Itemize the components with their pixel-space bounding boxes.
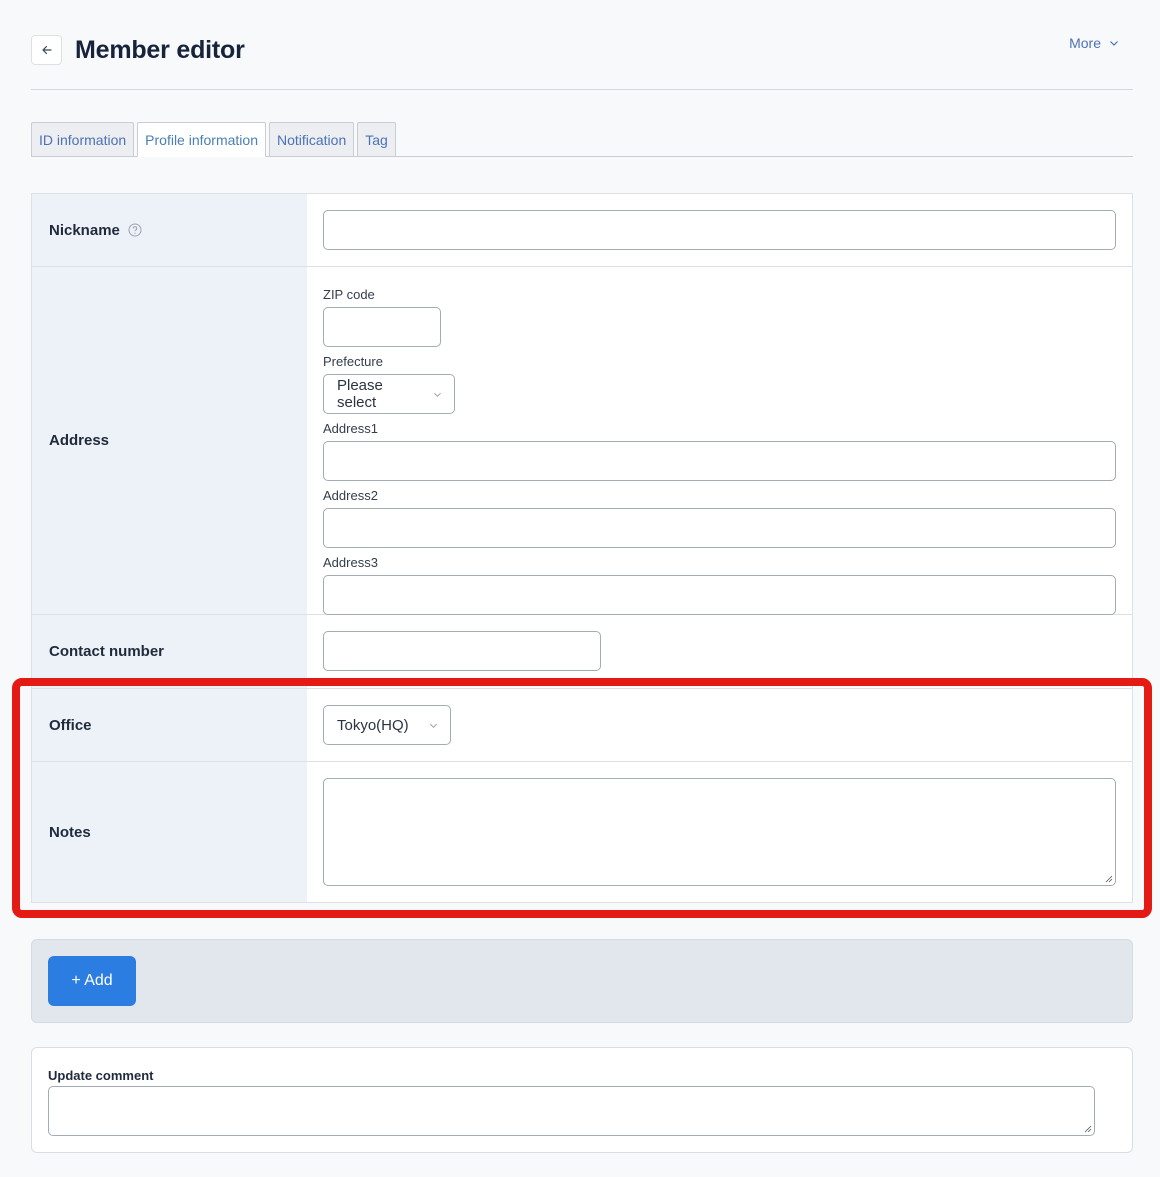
contact-content [307, 615, 1132, 688]
contact-row: Contact number [32, 615, 1132, 689]
address1-label: Address1 [323, 421, 378, 436]
address-content: ZIP code Prefecture Please select Addres… [307, 267, 1132, 615]
contact-label: Contact number [49, 643, 165, 660]
question-circle-icon[interactable] [128, 223, 142, 237]
office-label: Office [49, 716, 92, 734]
back-button[interactable] [31, 35, 62, 65]
contact-label-cell: Contact number [32, 615, 307, 688]
resize-handle-icon[interactable] [1104, 874, 1113, 883]
notes-textarea[interactable] [323, 778, 1116, 886]
more-label: More [1069, 35, 1101, 51]
tab-id-information[interactable]: ID information [31, 122, 135, 156]
address2-label: Address2 [323, 488, 378, 503]
tab-bar: ID information Profile information Notif… [31, 122, 1133, 157]
notes-row: Notes [32, 762, 1132, 902]
contact-number-input[interactable] [323, 631, 601, 671]
nickname-row: Nickname [32, 194, 1132, 267]
nickname-label: Nickname [49, 221, 120, 239]
office-label-cell: Office [32, 689, 307, 761]
address2-input[interactable] [323, 508, 1116, 548]
notes-label-cell: Notes [32, 762, 307, 902]
tab-tag[interactable]: Tag [357, 122, 396, 156]
page-header: Member editor More [31, 34, 1133, 90]
add-button[interactable]: + Add [48, 956, 136, 1006]
nickname-content [307, 194, 1132, 266]
update-comment-label: Update comment [48, 1068, 154, 1083]
prefecture-select[interactable]: Please select [323, 374, 455, 414]
address-label-cell: Address [32, 267, 307, 614]
tab-notification[interactable]: Notification [268, 122, 355, 156]
office-content: Tokyo(HQ) [307, 689, 1132, 761]
more-menu-button[interactable]: More [1069, 35, 1119, 51]
tab-profile-information[interactable]: Profile information [137, 122, 266, 157]
chevron-down-icon [434, 392, 442, 397]
address1-input[interactable] [323, 441, 1116, 481]
profile-form: Nickname Address ZIP code Prefecture Ple… [31, 193, 1133, 903]
arrow-left-icon [41, 45, 52, 55]
action-bar: + Add [31, 939, 1133, 1023]
nickname-label-cell: Nickname [32, 194, 307, 266]
zip-input[interactable] [323, 307, 441, 347]
prefecture-selected: Please select [337, 377, 383, 411]
notes-content [307, 762, 1132, 902]
office-row: Office Tokyo(HQ) [32, 689, 1132, 762]
chevron-down-icon [1110, 41, 1118, 46]
page-title: Member editor [75, 36, 245, 64]
prefecture-label: Prefecture [323, 354, 383, 369]
address3-label: Address3 [323, 555, 378, 570]
zip-label: ZIP code [323, 287, 375, 302]
office-selected: Tokyo(HQ) [337, 716, 409, 734]
resize-handle-icon[interactable] [1083, 1124, 1092, 1133]
update-comment-textarea[interactable] [48, 1086, 1095, 1136]
address-row: Address ZIP code Prefecture Please selec… [32, 267, 1132, 615]
office-select[interactable]: Tokyo(HQ) [323, 705, 451, 745]
chevron-down-icon [429, 723, 438, 728]
address-label: Address [49, 432, 110, 449]
notes-label: Notes [49, 823, 91, 841]
update-comment-card: Update comment [31, 1047, 1133, 1153]
address3-input[interactable] [323, 575, 1116, 615]
nickname-input[interactable] [323, 210, 1116, 250]
